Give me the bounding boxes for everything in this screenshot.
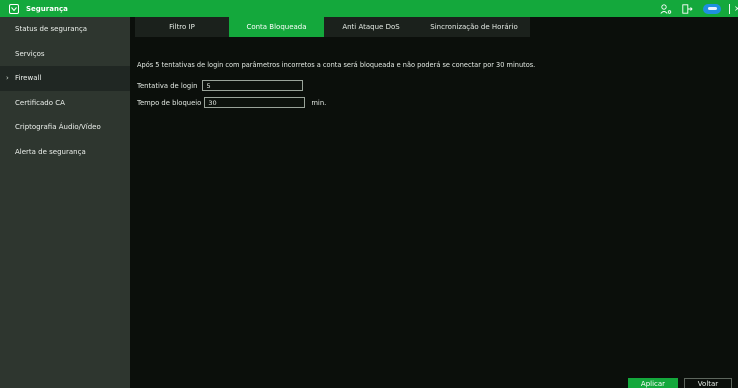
tab-account-lock[interactable]: Conta Bloqueada (229, 17, 324, 37)
sidebar-item-label: Status de segurança (15, 25, 88, 34)
login-attempts-row: Tentativa de login (137, 80, 304, 91)
sidebar-item-certificate[interactable]: Certificado CA (0, 91, 130, 116)
main-content: Filtro IP Conta Bloqueada Anti Ataque Do… (130, 17, 738, 388)
toolbar-divider (729, 3, 730, 14)
tab-anti-dos[interactable]: Anti Ataque DoS (324, 17, 418, 37)
cloud-icon[interactable] (703, 3, 721, 14)
tab-bar: Filtro IP Conta Bloqueada Anti Ataque Do… (135, 17, 530, 37)
sidebar-item-encryption[interactable]: Criptografia Áudio/Vídeo (0, 115, 130, 140)
lock-notice: Após 5 tentativas de login com parâmetro… (137, 61, 536, 69)
lock-time-row: Tempo de bloqueio min. (137, 97, 326, 108)
chevron-right-icon: › (6, 74, 9, 83)
sidebar-item-status[interactable]: Status de segurança (0, 17, 130, 42)
login-attempts-label: Tentativa de login (137, 81, 198, 90)
sidebar-item-services[interactable]: Serviços (0, 42, 130, 67)
title-bar: Segurança × (0, 0, 738, 17)
sidebar-item-label: Alerta de segurança (15, 147, 86, 156)
sidebar: Status de segurança Serviços › Firewall … (0, 17, 130, 388)
sidebar-item-label: Certificado CA (15, 98, 65, 107)
window-title: Segurança (26, 4, 68, 13)
apply-button[interactable]: Aplicar (628, 378, 678, 388)
exit-icon[interactable] (682, 3, 693, 14)
sidebar-item-label: Criptografia Áudio/Vídeo (15, 123, 101, 132)
close-icon[interactable]: × (734, 4, 738, 13)
user-icon[interactable] (660, 3, 672, 14)
title-toolbar: × (660, 0, 738, 17)
sidebar-item-label: Serviços (15, 49, 45, 58)
login-attempts-input[interactable] (202, 80, 304, 91)
tab-time-sync[interactable]: Sincronização de Horário (418, 17, 530, 37)
sidebar-item-alerts[interactable]: Alerta de segurança (0, 140, 130, 165)
sidebar-item-firewall[interactable]: › Firewall (0, 66, 130, 91)
lock-time-label: Tempo de bloqueio (137, 98, 202, 107)
lock-time-input[interactable] (204, 97, 306, 108)
tab-ip-filter[interactable]: Filtro IP (135, 17, 229, 37)
back-button[interactable]: Voltar (684, 378, 732, 388)
shield-icon (9, 3, 19, 14)
lock-time-unit: min. (311, 98, 327, 107)
sidebar-item-label: Firewall (15, 74, 42, 83)
